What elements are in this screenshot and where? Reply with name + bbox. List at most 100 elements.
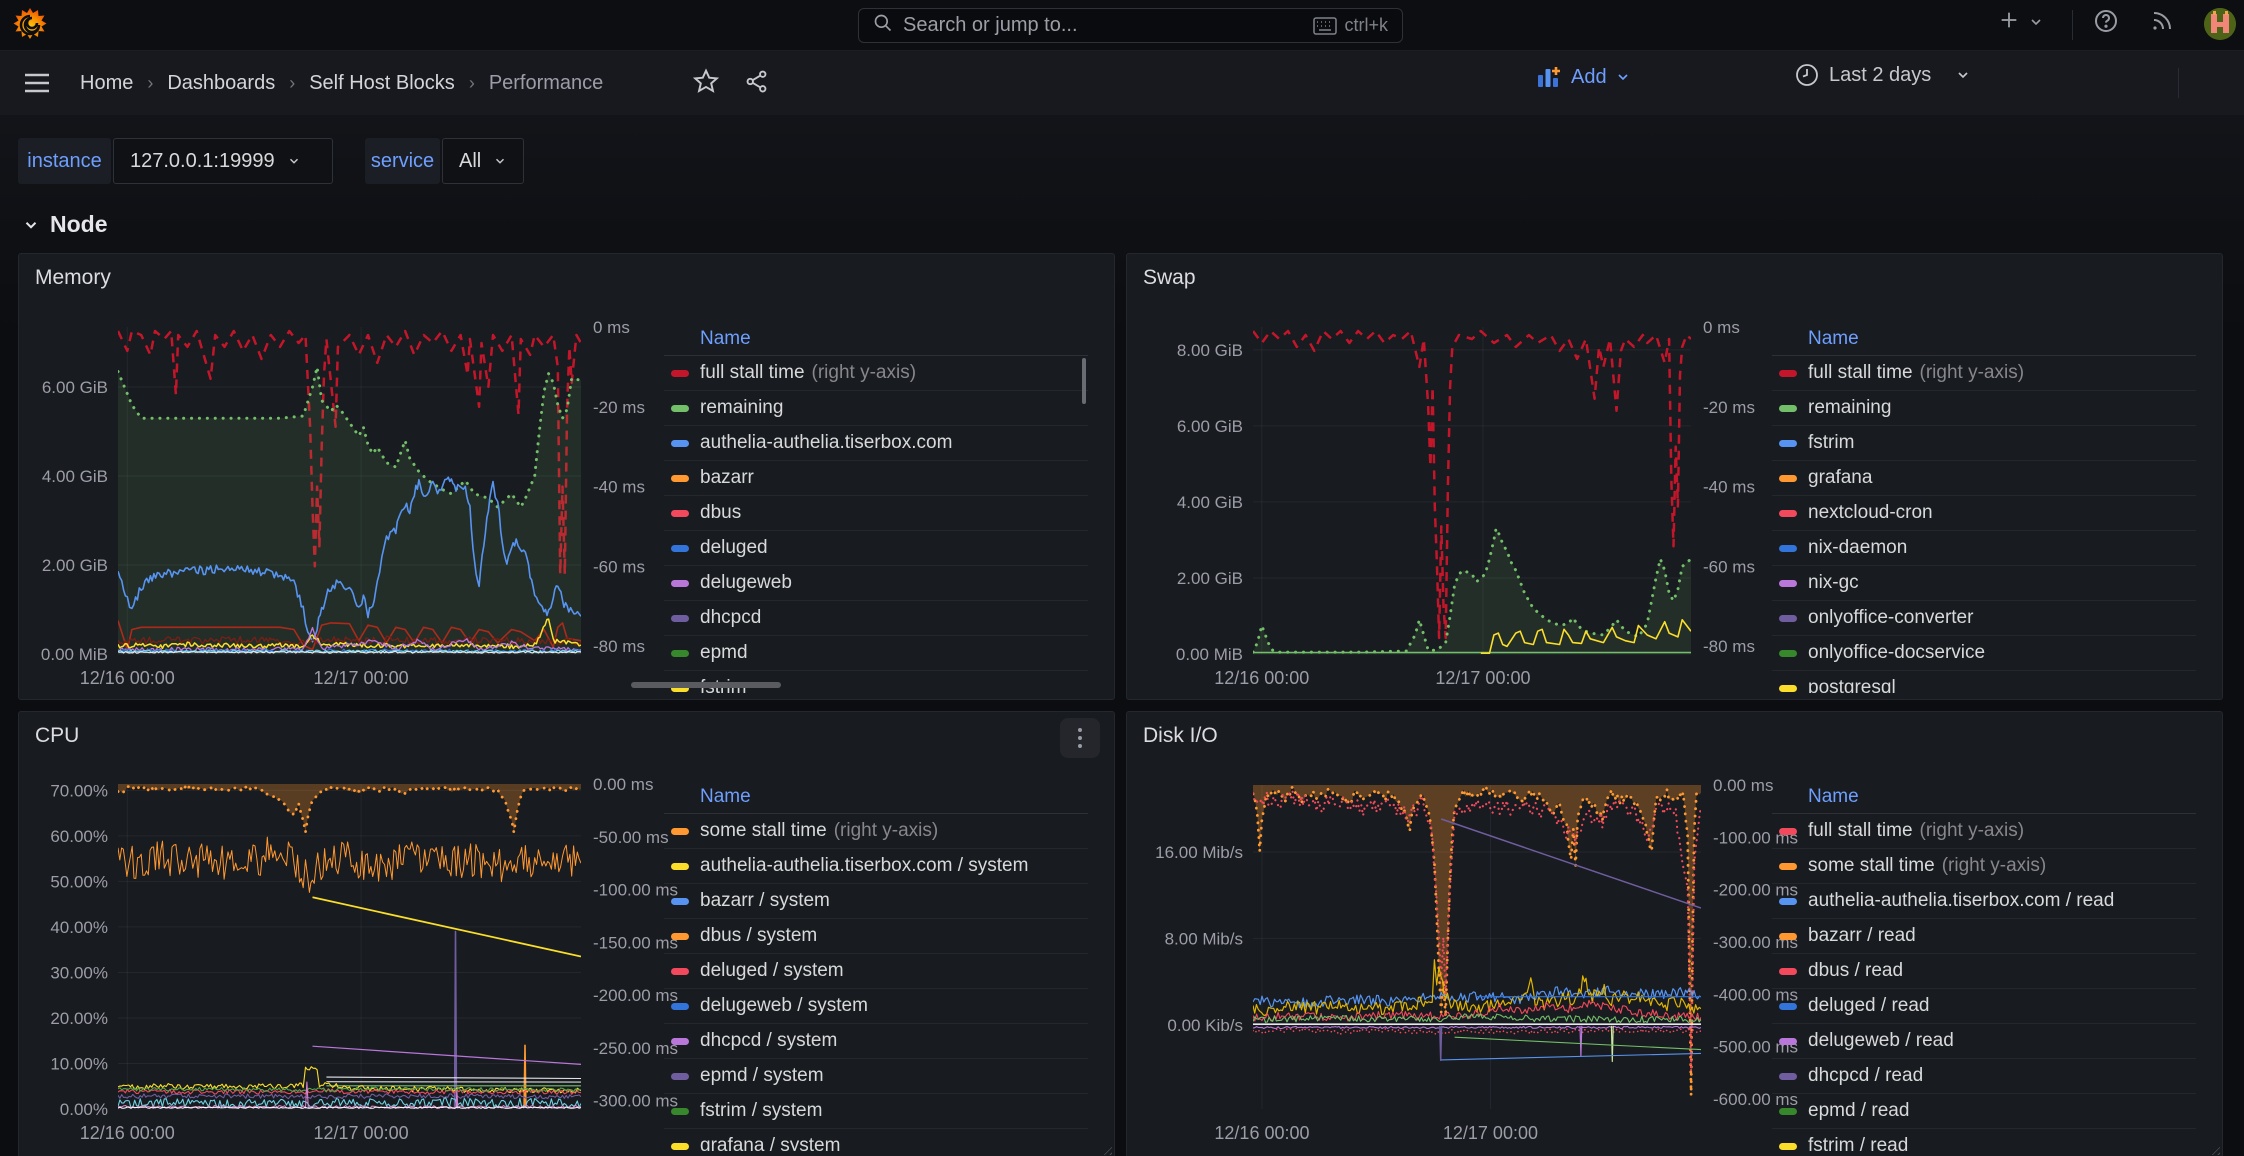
legend-label: dhcpcd / system <box>700 1030 837 1052</box>
legend-item[interactable]: authelia-authelia.tiserbox.com / read <box>1772 884 2196 919</box>
legend-item[interactable]: grafana <box>1772 461 2196 496</box>
legend-label: full stall time <box>1808 362 1913 384</box>
legend-header-name[interactable]: Name <box>664 782 1088 814</box>
legend-header-name[interactable]: Name <box>1772 782 2196 814</box>
grafana-logo-icon[interactable] <box>12 7 48 43</box>
legend-swatch <box>1779 370 1797 377</box>
legend-header-name[interactable]: Name <box>664 324 1088 356</box>
legend-item[interactable]: dhcpcd / read <box>1772 1059 2196 1094</box>
chevron-down-icon <box>1615 69 1631 85</box>
legend-label: postgresql <box>1808 677 1896 693</box>
legend-swatch <box>1779 615 1797 622</box>
mega-menu-icon[interactable] <box>24 72 50 94</box>
left-axis-tick: 30.00% <box>50 963 108 982</box>
variable-select-instance[interactable]: 127.0.0.1:19999 <box>113 138 333 184</box>
legend-item[interactable]: epmd / read <box>1772 1094 2196 1129</box>
legend-swatch <box>1779 1003 1797 1010</box>
legend-header-name[interactable]: Name <box>1772 324 2196 356</box>
legend-suffix: (right y-axis) <box>1920 820 2025 842</box>
legend-label: epmd / read <box>1808 1100 1909 1122</box>
legend-item[interactable]: some stall time(right y-axis) <box>1772 849 2196 884</box>
left-axis-tick: 50.00% <box>50 872 108 891</box>
legend-label: epmd <box>700 642 748 664</box>
breadcrumb-item[interactable]: Dashboards <box>167 72 275 95</box>
right-axis-tick: -60 ms <box>593 557 645 576</box>
breadcrumb-item[interactable]: Home <box>80 72 133 95</box>
legend-item[interactable]: grafana / system <box>664 1129 1088 1151</box>
legend-horizontal-scrollbar[interactable] <box>631 682 781 688</box>
legend-item[interactable]: dhcpcd <box>664 601 1088 636</box>
legend-label: delugeweb / read <box>1808 1030 1954 1052</box>
legend-item[interactable]: onlyoffice-converter <box>1772 601 2196 636</box>
x-axis-tick: 12/17 00:00 <box>314 1123 409 1143</box>
legend-item[interactable]: dbus / system <box>664 919 1088 954</box>
legend-item[interactable]: full stall time(right y-axis) <box>1772 356 2196 391</box>
legend-item[interactable]: bazarr <box>664 461 1088 496</box>
legend-item[interactable]: delugeweb / read <box>1772 1024 2196 1059</box>
legend-item[interactable]: some stall time(right y-axis) <box>664 814 1088 849</box>
legend-vertical-scrollbar[interactable] <box>1082 358 1086 404</box>
chevron-down-icon <box>22 216 40 234</box>
legend-item[interactable]: bazarr / system <box>664 884 1088 919</box>
legend-item[interactable]: remaining <box>664 391 1088 426</box>
legend-item[interactable]: fstrim / read <box>1772 1129 2196 1151</box>
left-axis-tick: 60.00% <box>50 827 108 846</box>
legend-item[interactable]: epmd / system <box>664 1059 1088 1094</box>
variable-select-service[interactable]: All <box>442 138 524 184</box>
legend-item[interactable]: nix-daemon <box>1772 531 2196 566</box>
legend-label: authelia-authelia.tiserbox.com <box>700 432 952 454</box>
legend-item[interactable]: deluged / read <box>1772 989 2196 1024</box>
left-axis-tick: 2.00 GiB <box>1177 569 1243 588</box>
legend-label: authelia-authelia.tiserbox.com / system <box>700 855 1028 877</box>
legend-item[interactable]: dhcpcd / system <box>664 1024 1088 1059</box>
panel-legend: Namefull stall time(right y-axis)remaini… <box>664 324 1088 693</box>
legend-item[interactable]: postgresql <box>1772 671 2196 693</box>
legend-item[interactable]: delugeweb / system <box>664 989 1088 1024</box>
legend-item[interactable]: remaining <box>1772 391 2196 426</box>
legend-label: nix-daemon <box>1808 537 1907 559</box>
series-full-stall-time <box>1253 792 1701 1072</box>
section-node-toggle[interactable]: Node <box>22 211 108 238</box>
legend-swatch <box>1779 968 1797 975</box>
right-axis-tick: 0.00 ms <box>593 775 653 794</box>
legend-item[interactable]: epmd <box>664 636 1088 671</box>
legend-item[interactable]: dbus <box>664 496 1088 531</box>
share-icon[interactable] <box>744 69 769 100</box>
legend-swatch <box>1779 475 1797 482</box>
legend-item[interactable]: deluged <box>664 531 1088 566</box>
search-input[interactable]: Search or jump to... ctrl+k <box>858 8 1403 43</box>
legend-item[interactable]: dbus / read <box>1772 954 2196 989</box>
toolbar-divider <box>2178 68 2179 98</box>
legend-item[interactable]: nix-gc <box>1772 566 2196 601</box>
add-chart-icon <box>1537 65 1563 89</box>
user-avatar[interactable] <box>2204 8 2236 40</box>
legend-item[interactable]: nextcloud-cron <box>1772 496 2196 531</box>
favorite-star-icon[interactable] <box>693 68 719 100</box>
legend-label: grafana <box>1808 467 1872 489</box>
legend-item[interactable]: full stall time(right y-axis) <box>1772 814 2196 849</box>
legend-item[interactable]: fstrim / system <box>664 1094 1088 1129</box>
breadcrumb-item[interactable]: Self Host Blocks <box>309 72 455 95</box>
legend-item[interactable]: onlyoffice-docservice <box>1772 636 2196 671</box>
left-axis-tick: 2.00 GiB <box>42 556 108 575</box>
legend-item[interactable]: authelia-authelia.tiserbox.com <box>664 426 1088 461</box>
time-range-picker[interactable]: Last 2 days <box>1795 63 1971 87</box>
new-button[interactable] <box>1998 9 2044 31</box>
add-panel-button[interactable]: Add <box>1537 65 1631 89</box>
legend-item[interactable]: authelia-authelia.tiserbox.com / system <box>664 849 1088 884</box>
series-unlabeled-green-diagonal-below <box>1455 1037 1701 1049</box>
legend-item[interactable]: fstrim <box>1772 426 2196 461</box>
legend-item[interactable]: delugeweb <box>664 566 1088 601</box>
legend-label: delugeweb / system <box>700 995 868 1017</box>
news-rss-icon[interactable] <box>2150 9 2174 33</box>
legend-item[interactable]: deluged / system <box>664 954 1088 989</box>
left-axis-tick: 0.00 MiB <box>1176 645 1243 664</box>
legend-item[interactable]: bazarr / read <box>1772 919 2196 954</box>
legend-swatch <box>671 370 689 377</box>
legend-swatch <box>671 898 689 905</box>
legend-label: deluged / system <box>700 960 844 982</box>
legend-item[interactable]: full stall time(right y-axis) <box>664 356 1088 391</box>
legend-swatch <box>671 405 689 412</box>
help-icon[interactable] <box>2094 9 2118 33</box>
left-axis-tick: 16.00 Mib/s <box>1155 843 1243 862</box>
